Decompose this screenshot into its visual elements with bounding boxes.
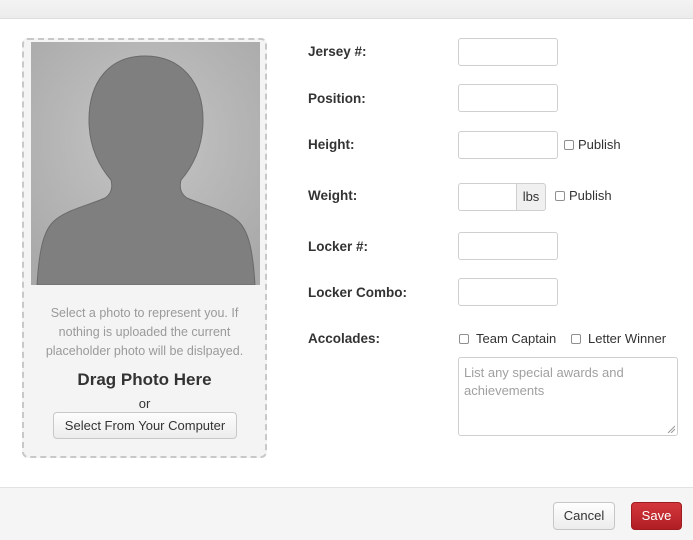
weight-publish-label: Publish	[569, 188, 612, 203]
locker-combo-input[interactable]	[458, 278, 558, 306]
select-from-computer-button[interactable]: Select From Your Computer	[53, 412, 237, 439]
locker-combo-label: Locker Combo:	[308, 285, 408, 300]
letter-winner-checkbox[interactable]	[571, 334, 581, 344]
cancel-button[interactable]: Cancel	[553, 502, 615, 530]
accolades-textarea[interactable]: List any special awards and achievements	[458, 357, 678, 436]
avatar-silhouette-icon	[31, 42, 260, 285]
weight-label: Weight:	[308, 188, 358, 203]
letter-winner-label: Letter Winner	[588, 331, 667, 346]
height-publish-label: Publish	[578, 137, 621, 152]
jersey-label: Jersey #:	[308, 44, 367, 59]
upload-help-text: Select a photo to represent you. If noth…	[24, 304, 265, 361]
save-button[interactable]: Save	[631, 502, 682, 530]
weight-publish-checkbox[interactable]	[555, 191, 565, 201]
top-bar	[0, 0, 693, 19]
drag-photo-title: Drag Photo Here	[77, 370, 212, 389]
position-input[interactable]	[458, 84, 558, 112]
position-label: Position:	[308, 91, 366, 106]
accolades-placeholder: List any special awards and achievements	[464, 365, 624, 398]
team-captain-label: Team Captain	[476, 331, 557, 346]
accolades-label: Accolades:	[308, 331, 381, 346]
help-line-1: Select a photo to represent you. If	[50, 306, 239, 320]
resize-grip-icon[interactable]	[667, 425, 675, 433]
height-label: Height:	[308, 137, 355, 152]
help-line-3: placeholder photo will be dislpayed.	[45, 344, 244, 358]
team-captain-checkbox[interactable]	[459, 334, 469, 344]
height-publish-checkbox[interactable]	[564, 140, 574, 150]
locker-label: Locker #:	[308, 239, 369, 254]
photo-dropzone[interactable]: Select a photo to represent you. If noth…	[22, 38, 267, 458]
help-line-2: nothing is uploaded the current	[58, 325, 231, 339]
height-input[interactable]	[458, 131, 558, 159]
weight-unit-addon: lbs	[516, 183, 546, 211]
placeholder-photo	[31, 42, 260, 285]
weight-input[interactable]	[458, 183, 517, 211]
jersey-input[interactable]	[458, 38, 558, 66]
or-text: or	[138, 396, 151, 411]
locker-input[interactable]	[458, 232, 558, 260]
